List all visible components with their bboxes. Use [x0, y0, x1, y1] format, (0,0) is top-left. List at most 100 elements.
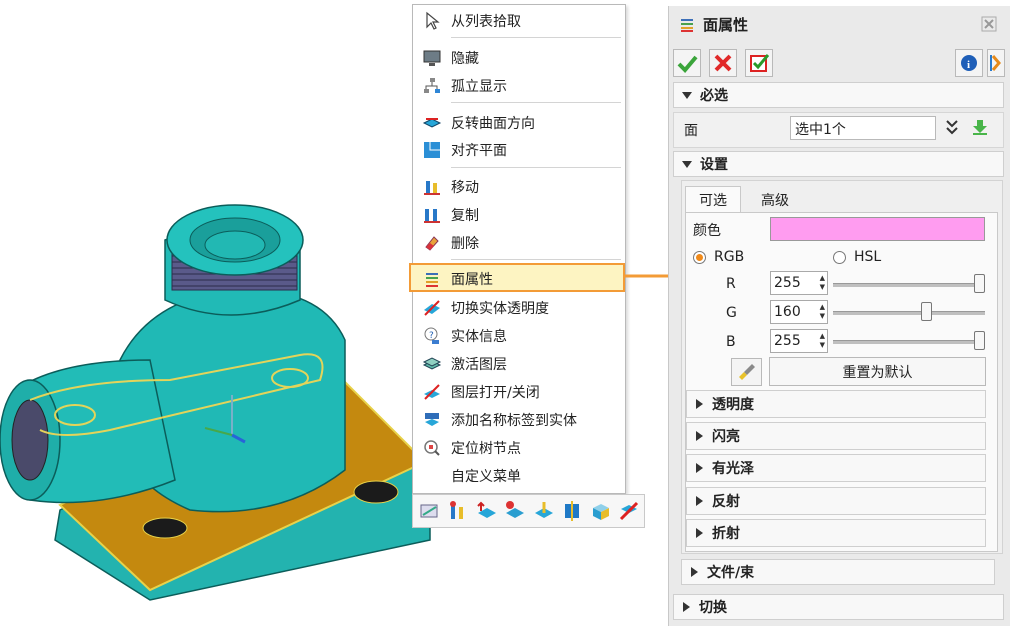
section-switch[interactable]: 切换: [673, 594, 1004, 620]
face-tool-icon[interactable]: [502, 497, 530, 525]
b-slider-thumb[interactable]: [974, 331, 985, 350]
menu-separator: [451, 37, 621, 38]
move-icon: [413, 173, 451, 200]
ok-button[interactable]: [673, 49, 701, 77]
spin-arrows-icon: ▲ ▼: [819, 274, 825, 291]
menu-item-move[interactable]: 移动: [413, 173, 625, 200]
r-spinner[interactable]: 255 ▲ ▼: [770, 271, 828, 295]
menu-item-add-name-tag[interactable]: 添加名称标签到实体: [413, 406, 625, 433]
chevron-right-icon: [696, 431, 703, 441]
radio-selected: [693, 250, 706, 264]
face-label: 面: [684, 123, 698, 139]
r-label: R: [726, 276, 736, 292]
flip-tool-icon[interactable]: [473, 497, 501, 525]
move-tool-icon[interactable]: [445, 497, 473, 525]
menu-item-layer-toggle[interactable]: 图层打开/关闭: [413, 378, 625, 405]
menu-item-copy[interactable]: 复制: [413, 201, 625, 228]
menu-item-locate-tree-node[interactable]: 定位树节点: [413, 434, 625, 461]
menu-item-hide[interactable]: 隐藏: [413, 44, 625, 71]
menu-item-entity-info[interactable]: ? 实体信息: [413, 322, 625, 349]
g-spinner[interactable]: 160 ▲ ▼: [770, 300, 828, 324]
layer-toggle-icon: [413, 378, 451, 405]
b-spinner[interactable]: 255 ▲ ▼: [770, 329, 828, 353]
monitor-icon: [413, 44, 451, 71]
align-plane-icon: [413, 136, 451, 163]
quick-toolbar: [412, 494, 645, 528]
panel-title: 面属性: [679, 14, 748, 35]
plane-tool-icon[interactable]: [559, 497, 587, 525]
menu-item-activate-layer[interactable]: 激活图层: [413, 350, 625, 377]
check-icon: [677, 55, 698, 73]
svg-text:?: ?: [429, 331, 434, 341]
menu-item-face-properties[interactable]: 面属性: [413, 265, 625, 292]
spin-arrows-icon: ▲ ▼: [819, 303, 825, 320]
name-tag-icon: [413, 406, 451, 433]
menu-item-custom-menu[interactable]: 自定义菜单: [413, 462, 625, 489]
menu-item-flip-surface[interactable]: 反转曲面方向: [413, 109, 625, 136]
chevron-right-icon: [691, 567, 698, 577]
color-swatch[interactable]: [770, 217, 985, 241]
menu-separator: [451, 259, 621, 260]
b-slider-track[interactable]: [833, 340, 985, 344]
chevron-down-icon: [682, 91, 692, 99]
color-label: 颜色: [693, 223, 721, 239]
cursor-icon: [413, 7, 451, 34]
menu-item-toggle-transparency[interactable]: 切换实体透明度: [413, 294, 625, 321]
section-reflection[interactable]: 反射: [686, 487, 986, 515]
r-slider-track[interactable]: [833, 283, 985, 287]
menu-separator: [451, 102, 621, 103]
section-settings[interactable]: 设置: [673, 151, 1004, 177]
expand-button[interactable]: [987, 49, 1005, 77]
flip-surface-icon: [413, 109, 451, 136]
close-icon[interactable]: [981, 16, 997, 36]
section-transparency[interactable]: 透明度: [686, 390, 986, 418]
chevron-right-icon: [990, 55, 1001, 71]
apply-button[interactable]: [745, 49, 773, 77]
tab-optional[interactable]: 可选: [685, 186, 741, 213]
download-arrow-icon[interactable]: [971, 118, 989, 140]
face-selection-field[interactable]: 选中1个: [790, 116, 936, 140]
menu-item-isolate[interactable]: 孤立显示: [413, 72, 625, 99]
face-properties-panel: 面属性 i 必选 面 选中1个 设置 可选 高级 颜色 RGB HSL R 25…: [668, 6, 1010, 626]
locate-tree-icon: [413, 434, 451, 461]
chevron-right-icon: [696, 399, 703, 409]
rgb-radio[interactable]: RGB: [693, 249, 744, 265]
g-slider-track[interactable]: [833, 311, 985, 315]
section-gloss[interactable]: 有光泽: [686, 454, 986, 482]
eraser-icon: [413, 229, 451, 256]
chevron-right-icon: [696, 496, 703, 506]
menu-item-delete[interactable]: 删除: [413, 229, 625, 256]
chevron-down-icon: [682, 160, 692, 168]
chevron-right-icon: [696, 463, 703, 473]
section-required[interactable]: 必选: [673, 82, 1004, 108]
menu-separator: [451, 167, 621, 168]
context-menu: 从列表拾取 隐藏 孤立显示 反转曲面方向 对齐平面 移动 复制 删除 面属性 切…: [409, 4, 626, 494]
hsl-radio[interactable]: HSL: [833, 249, 881, 265]
menu-item-align-plane[interactable]: 对齐平面: [413, 136, 625, 163]
tab-advanced[interactable]: 高级: [747, 186, 803, 213]
info-button[interactable]: i: [955, 49, 983, 77]
section-shine[interactable]: 闪亮: [686, 422, 986, 450]
info-icon: ?: [413, 322, 451, 349]
brush-button[interactable]: [731, 358, 762, 386]
svg-text:i: i: [967, 59, 970, 71]
face-properties-icon: [681, 18, 693, 32]
pick-tool-icon[interactable]: [416, 497, 444, 525]
reset-default-button[interactable]: 重置为默认: [769, 357, 986, 386]
cut-tool-icon[interactable]: [616, 497, 644, 525]
box-tool-icon[interactable]: [587, 497, 615, 525]
transparency-icon: [413, 294, 451, 321]
section-file-bundle[interactable]: 文件/束: [681, 559, 995, 585]
info-icon: i: [961, 55, 977, 71]
chevron-double-down-icon[interactable]: [945, 118, 959, 140]
g-slider-thumb[interactable]: [921, 302, 933, 321]
r-slider-thumb[interactable]: [974, 274, 985, 293]
brush-icon: [738, 364, 755, 380]
section-refraction[interactable]: 折射: [686, 519, 986, 547]
menu-item-pick-from-list[interactable]: 从列表拾取: [413, 7, 625, 34]
apply-check-icon: [750, 54, 770, 72]
cancel-button[interactable]: [709, 49, 737, 77]
radio-unselected: [833, 250, 846, 264]
extrude-tool-icon[interactable]: [530, 497, 558, 525]
face-properties-icon: [413, 265, 451, 292]
